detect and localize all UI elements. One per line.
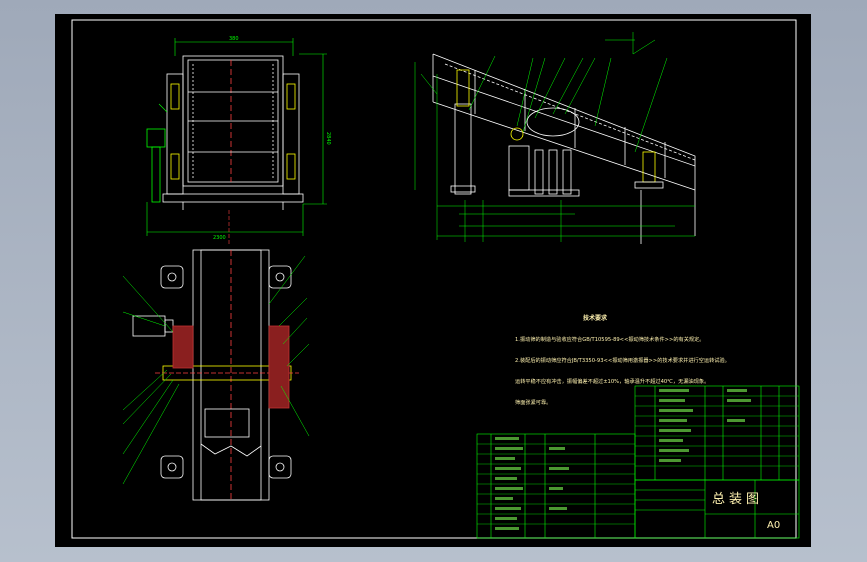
notes-heading: 技术要求 <box>583 314 608 322</box>
inner-frame <box>71 19 797 539</box>
front-view <box>146 38 327 236</box>
notes-line-1: 1.振动筛的制造与验收应符合GB/T10595-89<<振动筛技术条件>>的有关… <box>515 336 705 343</box>
drawing-sheet: 380 2840 2300 技术要求 1.振动筛的制造与验收应符合GB/T105… <box>55 14 811 547</box>
drawing-canvas: 380 2840 2300 <box>71 19 800 539</box>
dim-front-base: 2300 <box>213 235 226 241</box>
title-block-sheet-size: A0 <box>767 520 781 531</box>
title-block-name: 总装图 <box>712 492 764 507</box>
technical-notes: 技术要求 1.振动筛的制造与验收应符合GB/T10595-89<<振动筛技术条件… <box>515 303 745 419</box>
side-view <box>432 53 696 244</box>
notes-line-2: 2.装配后的振动筛应符合JB/T3350-93<<振动筛用激振器>>的技术要求并… <box>515 357 730 364</box>
plan-view <box>132 249 299 501</box>
cad-viewport[interactable]: 380 2840 2300 技术要求 1.振动筛的制造与验收应符合GB/T105… <box>0 0 867 562</box>
dim-front-height: 2840 <box>325 132 331 145</box>
notes-line-3: 运转平稳不应有冲击，振幅偏差不超过±10%，轴承温升不超过40℃，无漏油现象。 <box>515 378 710 385</box>
dim-front-width: 380 <box>229 36 239 42</box>
notes-line-4: 筛面张紧可靠。 <box>515 399 552 406</box>
